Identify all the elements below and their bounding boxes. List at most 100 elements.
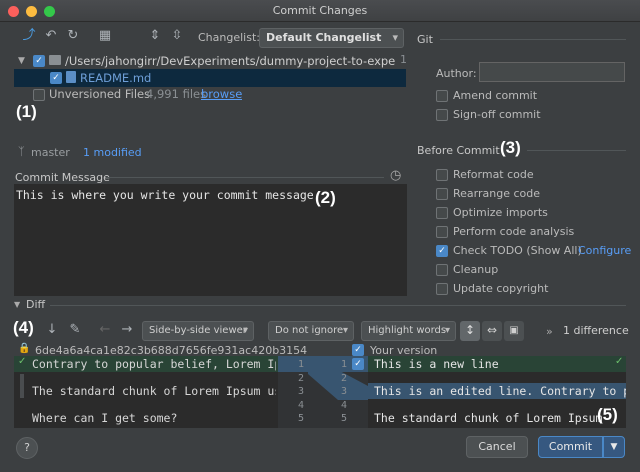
diff-divider — [50, 305, 626, 306]
highlight-dropdown[interactable]: Highlight words — [361, 321, 456, 341]
viewer-dropdown[interactable]: Side-by-side viewer — [142, 321, 254, 341]
changelist-dropdown[interactable]: Default Changelist — [259, 28, 404, 48]
git-section-title: Git — [417, 33, 433, 46]
commit-message-label: Commit Message — [15, 171, 110, 184]
right-number-4: 4 — [340, 399, 347, 411]
left-number-2: 2 — [297, 372, 304, 384]
left-check-icon: ✓ — [18, 356, 27, 367]
option-checkbox[interactable] — [436, 169, 448, 181]
branch-icon: ᛉ — [18, 145, 25, 158]
group-by-icon[interactable]: ▦ — [96, 28, 114, 46]
collapse-unchanged-icon[interactable]: ↕ — [460, 321, 480, 341]
commit-message-text[interactable]: This is where you write your commit mess… — [16, 188, 314, 202]
right-number-1: 1 — [340, 359, 347, 370]
cancel-button[interactable]: Cancel — [466, 436, 528, 458]
right-line-3: This is an edited line. Contrary to po — [374, 384, 626, 398]
signoff-checkbox[interactable] — [436, 109, 448, 121]
left-number-5: 5 — [297, 413, 304, 424]
commit-message-textarea[interactable]: This is where you write your commit mess… — [14, 184, 407, 296]
amend-checkbox[interactable] — [436, 90, 448, 102]
annotation-5: (5) — [597, 405, 618, 424]
rollback-icon[interactable]: ↶ — [42, 28, 60, 46]
commit-options-dropdown[interactable]: ▼ — [603, 436, 625, 458]
root-checkbox[interactable]: ✓ — [33, 55, 45, 67]
diff-collapse-arrow-icon[interactable]: ▼ — [14, 300, 20, 309]
next-difference-icon[interactable]: ↓ — [43, 322, 61, 340]
diff-title: Diff — [26, 298, 46, 311]
annotation-3: (3) — [500, 138, 521, 157]
commit-message-divider — [106, 177, 384, 178]
unversioned-count: 4,991 files — [146, 87, 207, 101]
option-checkbox[interactable] — [436, 188, 448, 200]
option-checkbox[interactable] — [436, 207, 448, 219]
commit-button[interactable]: Commit — [538, 436, 603, 458]
accept-change-checkbox[interactable]: ✓ — [352, 358, 364, 370]
option-checkbox[interactable] — [436, 226, 448, 238]
expand-arrow-icon[interactable]: ▼ — [18, 56, 25, 66]
edit-source-icon[interactable]: ✎ — [66, 322, 84, 340]
right-line-1: This is a new line — [374, 357, 499, 371]
annotation-4: (4) — [13, 318, 34, 337]
show-diff-icon[interactable]: ⤴ — [20, 28, 38, 46]
left-fold-marker — [20, 374, 24, 398]
option-label: Reformat code — [453, 168, 534, 181]
ignore-whitespace-dropdown[interactable]: Do not ignore — [268, 321, 354, 341]
left-line-3: The standard chunk of Lorem Ipsum us — [32, 384, 276, 398]
file-checkbox[interactable]: ✓ — [50, 72, 62, 84]
history-clock-icon[interactable]: ◷ — [390, 168, 401, 183]
left-line-numbers: 1 2 3 4 5 — [290, 358, 304, 426]
folder-icon — [49, 55, 61, 65]
refresh-icon[interactable]: ↻ — [64, 28, 82, 46]
lock-icon[interactable]: ▣ — [504, 321, 524, 341]
author-label: Author: — [436, 67, 477, 80]
left-line-1: Contrary to popular belief, Lorem Ip — [32, 357, 276, 371]
unversioned-checkbox[interactable] — [33, 89, 45, 101]
option-label: Optimize imports — [453, 206, 548, 219]
right-number-2: 2 — [340, 372, 347, 384]
signoff-label: Sign-off commit — [453, 108, 541, 121]
option-label: Update copyright — [453, 282, 549, 295]
next-file-icon[interactable]: → — [118, 322, 136, 340]
author-input[interactable] — [479, 62, 625, 82]
right-number-3: 3 — [340, 386, 347, 397]
collapse-all-icon[interactable]: ⇳ — [168, 28, 186, 46]
option-label: Perform code analysis — [453, 225, 575, 238]
padlock-icon: 🔒 — [18, 343, 31, 354]
left-number-1: 1 — [297, 359, 304, 370]
option-checkbox[interactable]: ✓ — [436, 245, 448, 257]
right-number-5: 5 — [340, 413, 347, 424]
left-line-5: Where can I get some? — [32, 411, 178, 425]
root-file-count: 1 — [400, 53, 407, 66]
your-version-checkbox[interactable]: ✓ — [352, 344, 364, 356]
modified-count[interactable]: 1 modified — [83, 146, 142, 159]
root-path: /Users/jahongirr/DevExperiments/dummy-pr… — [65, 54, 395, 68]
right-line-numbers: 1 2 3 4 5 — [333, 358, 347, 426]
right-line-5: The standard chunk of Lorem Ipsum — [374, 411, 603, 425]
amend-label: Amend commit — [453, 89, 538, 102]
sync-scroll-icon[interactable]: ⇔ — [482, 321, 502, 341]
changelist-label: Changelist: — [198, 31, 260, 44]
annotation-1: (1) — [16, 102, 37, 121]
previous-file-icon[interactable]: ← — [96, 322, 114, 340]
configure-link[interactable]: Configure — [578, 243, 631, 259]
option-checkbox[interactable] — [436, 283, 448, 295]
option-label: Cleanup — [453, 263, 499, 276]
chevron-right-icon: » — [546, 325, 553, 338]
markdown-file-icon — [66, 71, 76, 83]
difference-count: 1 difference — [563, 324, 629, 337]
option-label: Check TODO (Show All) — [453, 244, 582, 257]
left-number-3: 3 — [297, 386, 304, 397]
browse-link[interactable]: browse — [201, 85, 242, 103]
right-check-icon: ✓ — [615, 356, 624, 367]
annotation-2: (2) — [315, 188, 336, 207]
expand-all-icon[interactable]: ⇕ — [146, 28, 164, 46]
window-title: Commit Changes — [272, 4, 368, 17]
option-label: Rearrange code — [453, 187, 540, 200]
before-commit-title: Before Commit — [417, 144, 500, 157]
branch-name[interactable]: master — [31, 146, 70, 159]
option-check-todo[interactable]: ✓ Check TODO (Show All) Configure — [436, 243, 632, 259]
left-number-4: 4 — [297, 399, 304, 411]
help-button[interactable]: ? — [16, 437, 38, 459]
option-checkbox[interactable] — [436, 264, 448, 276]
unversioned-label: Unversioned Files — [49, 87, 151, 101]
